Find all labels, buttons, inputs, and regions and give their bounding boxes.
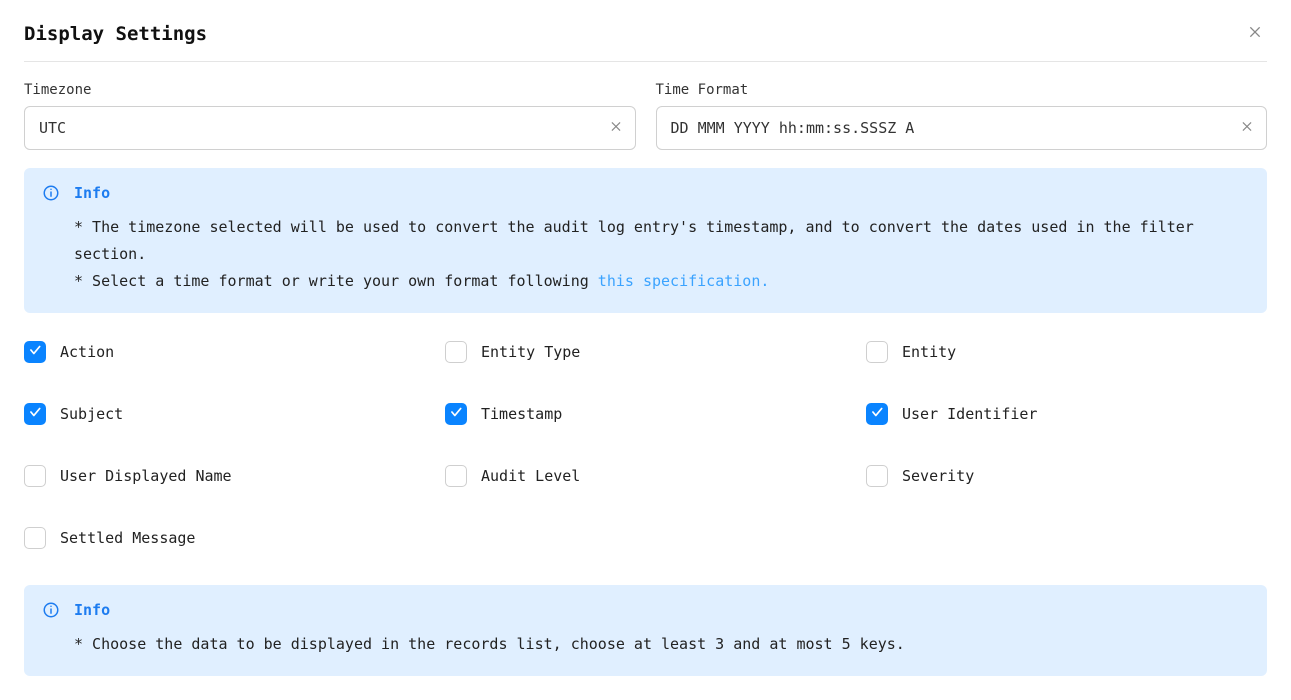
checkbox-item: Entity — [866, 341, 1267, 363]
checkbox-label[interactable]: Timestamp — [481, 405, 562, 423]
checkbox-item: Subject — [24, 403, 425, 425]
close-icon — [1240, 120, 1254, 137]
timezone-clear-button[interactable] — [606, 117, 626, 140]
header: Display Settings — [24, 20, 1267, 62]
timeformat-input[interactable] — [656, 106, 1268, 150]
checkbox[interactable] — [866, 403, 888, 425]
info-icon — [42, 601, 60, 619]
check-icon — [28, 343, 42, 361]
checkbox[interactable] — [24, 527, 46, 549]
info-body: * The timezone selected will be used to … — [74, 214, 1249, 295]
checkbox-label[interactable]: User Displayed Name — [60, 467, 232, 485]
checkbox-label[interactable]: Action — [60, 343, 114, 361]
checkbox-item: User Displayed Name — [24, 465, 425, 487]
checkbox-label[interactable]: Subject — [60, 405, 123, 423]
checkbox[interactable] — [445, 465, 467, 487]
time-fields-row: Timezone Time Format — [24, 82, 1267, 150]
check-icon — [28, 405, 42, 423]
checkbox[interactable] — [24, 403, 46, 425]
info-box-time: Info * The timezone selected will be use… — [24, 168, 1267, 313]
columns-checkbox-grid: Action Entity Type Entity Subject Timestamp U… — [24, 341, 1267, 549]
checkbox-item: Timestamp — [445, 403, 846, 425]
check-icon — [449, 405, 463, 423]
info-box-columns: Info * Choose the data to be displayed i… — [24, 585, 1267, 676]
checkbox[interactable] — [24, 465, 46, 487]
specification-link[interactable]: this specification. — [598, 272, 770, 290]
info-line: * The timezone selected will be used to … — [74, 214, 1249, 268]
checkbox-label[interactable]: Severity — [902, 467, 974, 485]
close-icon — [1247, 24, 1263, 43]
info-icon — [42, 184, 60, 202]
timeformat-field: Time Format — [656, 82, 1268, 150]
timezone-input[interactable] — [24, 106, 636, 150]
checkbox-label[interactable]: User Identifier — [902, 405, 1037, 423]
page-title: Display Settings — [24, 23, 207, 45]
timezone-label: Timezone — [24, 82, 636, 98]
checkbox[interactable] — [866, 341, 888, 363]
timeformat-label: Time Format — [656, 82, 1268, 98]
checkbox-item: Entity Type — [445, 341, 846, 363]
checkbox[interactable] — [445, 341, 467, 363]
checkbox[interactable] — [866, 465, 888, 487]
info-body: * Choose the data to be displayed in the… — [74, 631, 1249, 658]
checkbox[interactable] — [24, 341, 46, 363]
checkbox-item: Audit Level — [445, 465, 846, 487]
info-text: * Select a time format or write your own… — [74, 272, 598, 290]
close-button[interactable] — [1243, 20, 1267, 47]
info-title: Info — [74, 601, 110, 619]
info-line: * Choose the data to be displayed in the… — [74, 631, 1249, 658]
check-icon — [870, 405, 884, 423]
timeformat-clear-button[interactable] — [1237, 117, 1257, 140]
timezone-field: Timezone — [24, 82, 636, 150]
checkbox-item: Settled Message — [24, 527, 425, 549]
close-icon — [609, 120, 623, 137]
checkbox[interactable] — [445, 403, 467, 425]
checkbox-label[interactable]: Audit Level — [481, 467, 580, 485]
checkbox-label[interactable]: Settled Message — [60, 529, 195, 547]
checkbox-label[interactable]: Entity Type — [481, 343, 580, 361]
info-line: * Select a time format or write your own… — [74, 268, 1249, 295]
checkbox-label[interactable]: Entity — [902, 343, 956, 361]
checkbox-item: User Identifier — [866, 403, 1267, 425]
info-title: Info — [74, 184, 110, 202]
checkbox-item: Severity — [866, 465, 1267, 487]
checkbox-item: Action — [24, 341, 425, 363]
